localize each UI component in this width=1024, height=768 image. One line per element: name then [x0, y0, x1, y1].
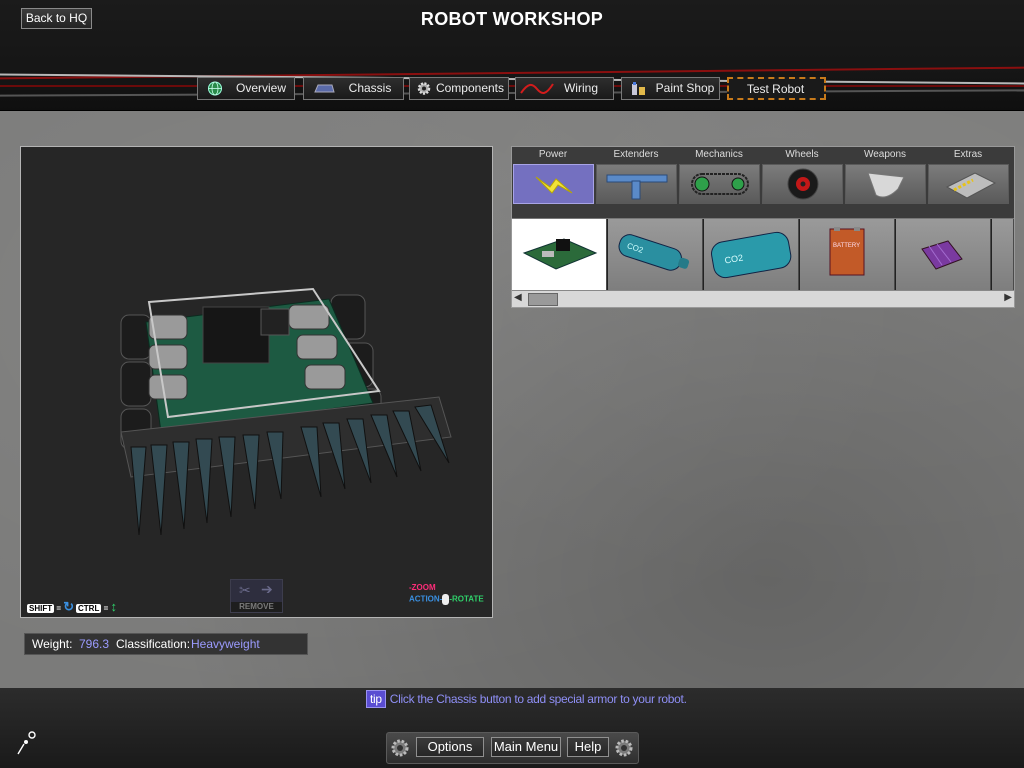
lightning-icon: [535, 176, 573, 194]
category-label-extenders: Extenders: [613, 149, 659, 160]
tab-wiring[interactable]: Wiring: [515, 77, 614, 100]
category-wheels-button[interactable]: [762, 164, 843, 204]
circuit-board-image: [522, 238, 598, 270]
wheel-icon: [787, 168, 819, 200]
vertical-move-arrow-icon: ↕: [110, 599, 117, 614]
ctrl-move-hint: CTRL = ↕: [76, 599, 117, 614]
part-next-partial[interactable]: [992, 219, 1014, 290]
options-button[interactable]: Options: [416, 737, 484, 757]
classification-value: Heavyweight: [191, 637, 260, 651]
cable-silver-decoration: [0, 73, 1024, 85]
tip-badge: tip: [366, 690, 386, 708]
category-label-wheels: Wheels: [785, 149, 819, 160]
category-label-mechanics: Mechanics: [695, 149, 743, 160]
arrow-right-icon: ➔: [261, 581, 273, 597]
tab-paint-shop-label: Paint Shop: [655, 81, 715, 95]
connection-status-icon: [17, 731, 36, 755]
co2-tank-image: CO2: [711, 231, 792, 279]
shift-rotate-hint: SHIFT = ↻: [27, 599, 74, 615]
category-power-button[interactable]: [513, 164, 594, 204]
help-button[interactable]: Help: [567, 737, 609, 757]
battery-box-image: BATTERY: [829, 227, 865, 276]
parts-scrollbar[interactable]: ◀ ▶: [512, 290, 1014, 307]
blade-icon: [867, 172, 905, 198]
mouse-controls-hint: ACTION- -ROTATE: [409, 594, 484, 605]
globe-icon: [208, 81, 222, 96]
remove-label: REMOVE: [231, 602, 282, 612]
tab-chassis[interactable]: Chassis: [303, 77, 404, 100]
tab-components-label: Components: [435, 81, 505, 95]
test-robot-label: Test Robot: [746, 82, 805, 96]
rotate-label: ROTATE: [452, 594, 484, 604]
category-weapons-button[interactable]: [845, 164, 926, 204]
battery-pack-image: [921, 240, 963, 270]
tab-chassis-label: Chassis: [348, 81, 392, 95]
gear-right-icon: [615, 739, 633, 757]
chain-drive-icon: [691, 173, 749, 195]
ctrl-equals: =: [103, 604, 109, 613]
weight-value: 796.3: [79, 637, 110, 651]
scroll-right-arrow-icon[interactable]: ▶: [1004, 292, 1012, 303]
cable-darkred-decoration: [0, 85, 1024, 87]
action-label: ACTION: [409, 594, 440, 604]
armor-plate-icon: [945, 172, 997, 199]
bottom-bar: tip Click the Chassis button to add speci…: [0, 688, 1024, 768]
tip-message: tip Click the Chassis button to add speci…: [366, 690, 687, 708]
chassis-icon: [314, 84, 335, 93]
page-title: ROBOT WORKSHOP: [420, 9, 604, 29]
robot-model-image: [120, 287, 452, 536]
co2-canister-image: CO2: [618, 234, 690, 271]
weight-classification-bar: Weight: 796.3 Classification: Heavyweigh…: [24, 633, 308, 655]
classification-label: Classification:: [116, 637, 191, 651]
scroll-thumb[interactable]: [528, 293, 558, 306]
paint-icon: [632, 82, 645, 95]
shift-equals: =: [56, 604, 62, 613]
part-co2-tank[interactable]: CO2: [704, 219, 799, 290]
tab-overview-label: Overview: [235, 81, 286, 95]
main-menu-group: Options Main Menu Help: [386, 732, 639, 764]
part-circuit-board[interactable]: [512, 219, 607, 290]
shift-key-label: SHIFT: [27, 604, 55, 613]
zoom-hint: -ZOOM: [409, 583, 436, 592]
parts-strip: CO2 CO2 BATTERY: [512, 218, 1014, 290]
tab-overview[interactable]: Overview: [197, 77, 295, 100]
wrench-icon: ✂: [239, 582, 251, 598]
tip-text: Click the Chassis button to add special …: [389, 692, 687, 706]
tab-wiring-label: Wiring: [563, 81, 598, 95]
ctrl-key-label: CTRL: [76, 604, 102, 613]
gear-left-icon: [391, 739, 409, 757]
tab-paint-shop[interactable]: Paint Shop: [621, 77, 720, 100]
category-label-weapons: Weapons: [863, 149, 907, 160]
cable-grey-decoration: [0, 89, 1024, 97]
part-co2-canister[interactable]: CO2: [608, 219, 703, 290]
top-bar: Back to HQ ROBOT WORKSHOP Overview Chass…: [0, 0, 1024, 111]
robot-3d-viewport[interactable]: SHIFT = ↻ CTRL = ↕ ✂ ➔ REMOVE -ZOOM ACTI…: [20, 146, 493, 618]
test-robot-button[interactable]: Test Robot: [727, 77, 826, 100]
extender-icon: [606, 174, 668, 200]
category-label-extras: Extras: [953, 149, 983, 160]
category-extenders-button[interactable]: [596, 164, 677, 204]
category-label-power: Power: [538, 149, 568, 160]
gear-icon: [417, 82, 431, 95]
part-battery-pack[interactable]: [896, 219, 991, 290]
parts-catalog-panel: Power Extenders Mechanics Wheels Weapons…: [511, 146, 1015, 308]
part-battery-box[interactable]: BATTERY: [800, 219, 895, 290]
svg-text:BATTERY: BATTERY: [833, 243, 860, 249]
category-mechanics-button[interactable]: [679, 164, 760, 204]
category-extras-button[interactable]: [928, 164, 1009, 204]
rotate-arrow-icon: ↻: [63, 599, 75, 614]
weight-label: Weight:: [32, 637, 73, 651]
remove-button[interactable]: ✂ ➔ REMOVE: [230, 579, 283, 613]
main-menu-button[interactable]: Main Menu: [491, 737, 561, 757]
scroll-left-arrow-icon[interactable]: ◀: [514, 292, 522, 303]
tab-components[interactable]: Components: [409, 77, 509, 100]
